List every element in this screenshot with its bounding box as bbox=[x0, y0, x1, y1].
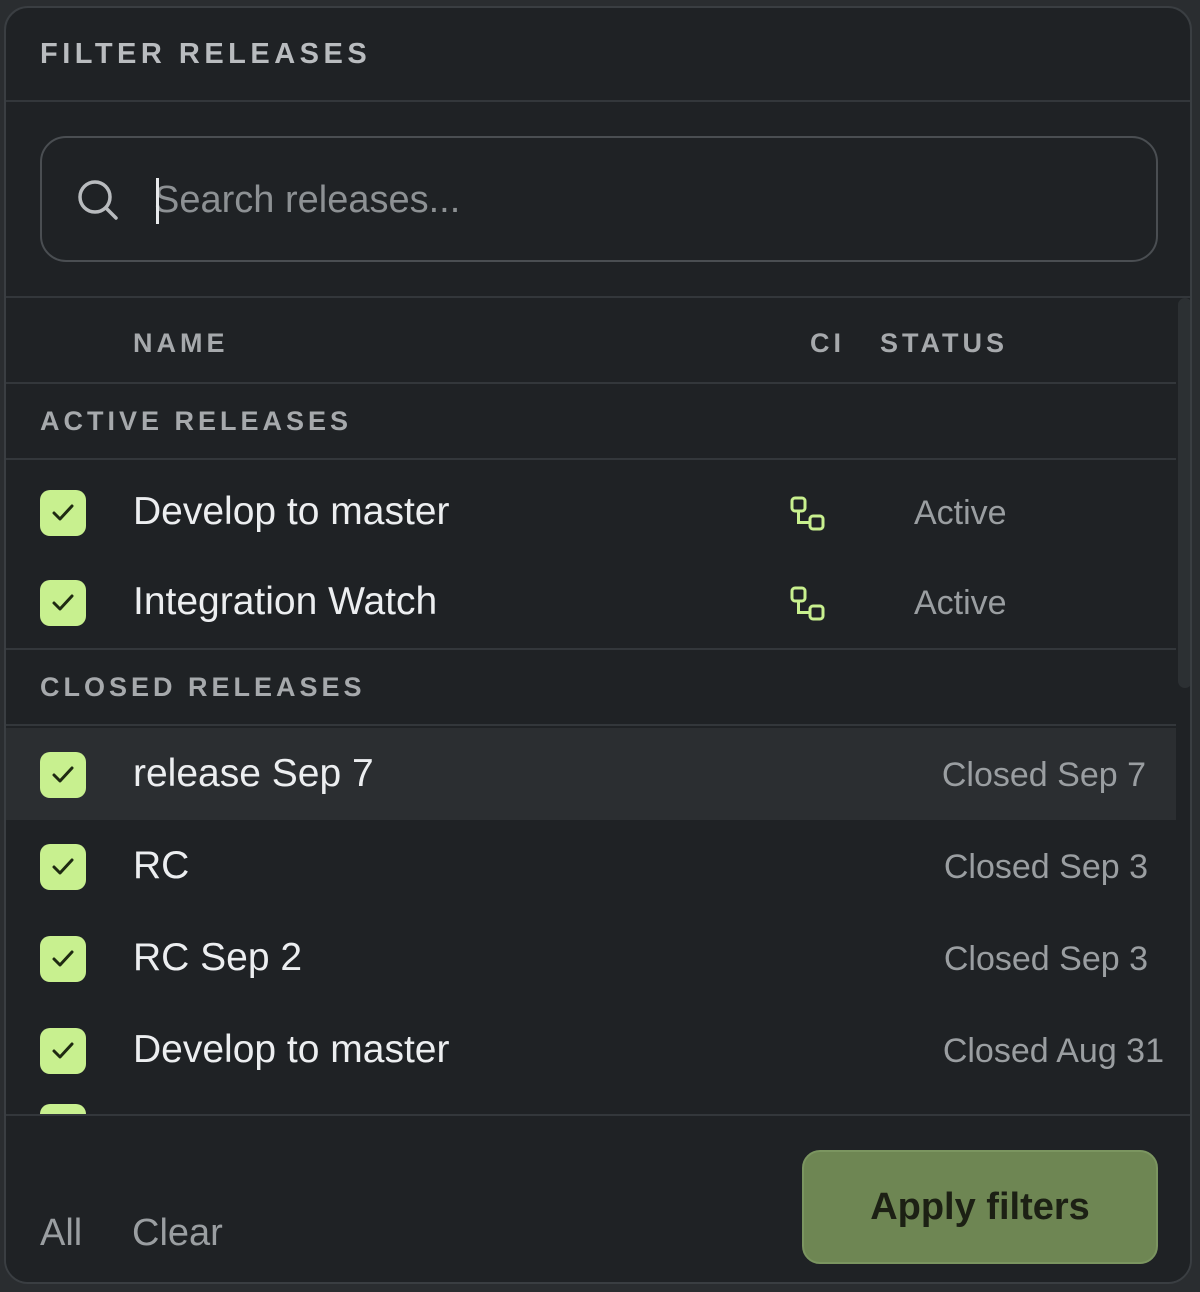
check-icon bbox=[52, 766, 74, 783]
release-name: RC bbox=[133, 844, 190, 887]
release-row[interactable]: RC Closed Sep 3 bbox=[6, 820, 1176, 912]
release-checkbox[interactable] bbox=[40, 1028, 86, 1074]
release-checkbox[interactable] bbox=[40, 490, 86, 536]
check-icon bbox=[52, 1042, 74, 1059]
section-closed-releases: CLOSED RELEASES bbox=[6, 650, 1176, 726]
pipeline-icon bbox=[790, 586, 825, 621]
release-row[interactable]: release Sep 7 Closed Sep 7 bbox=[6, 728, 1176, 820]
search-box[interactable] bbox=[40, 136, 1158, 262]
search-input[interactable] bbox=[154, 162, 1114, 238]
section-label: ACTIVE RELEASES bbox=[40, 406, 353, 436]
check-icon bbox=[52, 858, 74, 875]
release-checkbox[interactable] bbox=[40, 844, 86, 890]
check-icon bbox=[52, 504, 74, 521]
release-checkbox[interactable] bbox=[40, 580, 86, 626]
release-status: Active bbox=[914, 494, 1007, 532]
release-name: Integration Watch bbox=[133, 580, 438, 623]
check-icon bbox=[52, 950, 74, 967]
release-checkbox-partial[interactable] bbox=[40, 1104, 86, 1114]
panel-footer: All Clear Apply filters bbox=[6, 1114, 1190, 1282]
panel-header: FILTER RELEASES bbox=[6, 8, 1190, 102]
release-status: Closed Aug 31 bbox=[942, 1032, 1164, 1070]
select-all-button[interactable]: All bbox=[40, 1212, 82, 1255]
apply-filters-button[interactable]: Apply filters bbox=[802, 1150, 1158, 1264]
filter-releases-panel: FILTER RELEASES NAME CI STATUS ACTIVE RE… bbox=[4, 6, 1192, 1284]
pipeline-icon bbox=[790, 496, 825, 531]
section-label: CLOSED RELEASES bbox=[40, 672, 366, 702]
panel-title: FILTER RELEASES bbox=[40, 38, 372, 70]
column-header-row: NAME CI STATUS bbox=[6, 298, 1176, 384]
release-row[interactable]: Integration Watch Active bbox=[6, 556, 1176, 648]
column-name: NAME bbox=[133, 328, 229, 358]
release-status: Closed Sep 3 bbox=[943, 848, 1148, 886]
release-checkbox[interactable] bbox=[40, 752, 86, 798]
column-ci: CI bbox=[810, 328, 845, 358]
release-name: release Sep 7 bbox=[133, 752, 374, 795]
clear-button[interactable]: Clear bbox=[132, 1212, 223, 1255]
check-icon bbox=[52, 594, 74, 611]
list-scrollbar[interactable] bbox=[1178, 298, 1190, 688]
release-checkbox[interactable] bbox=[40, 936, 86, 982]
release-row[interactable]: Develop to master Active bbox=[6, 466, 1176, 558]
release-status: Active bbox=[914, 584, 1007, 622]
release-row[interactable]: RC Sep 2 Closed Sep 3 bbox=[6, 912, 1176, 1004]
release-row[interactable]: Develop to master Closed Aug 31 bbox=[6, 1004, 1176, 1096]
release-status: Closed Sep 3 bbox=[943, 940, 1148, 978]
release-status: Closed Sep 7 bbox=[941, 756, 1146, 794]
section-active-releases: ACTIVE RELEASES bbox=[6, 384, 1176, 460]
search-icon bbox=[78, 180, 118, 220]
column-status: STATUS bbox=[880, 328, 1008, 358]
release-name: Develop to master bbox=[133, 490, 450, 533]
release-list[interactable]: NAME CI STATUS ACTIVE RELEASES Develop t… bbox=[6, 296, 1190, 1114]
release-name: Develop to master bbox=[133, 1028, 450, 1071]
release-name: RC Sep 2 bbox=[133, 936, 303, 979]
text-caret bbox=[156, 178, 159, 224]
